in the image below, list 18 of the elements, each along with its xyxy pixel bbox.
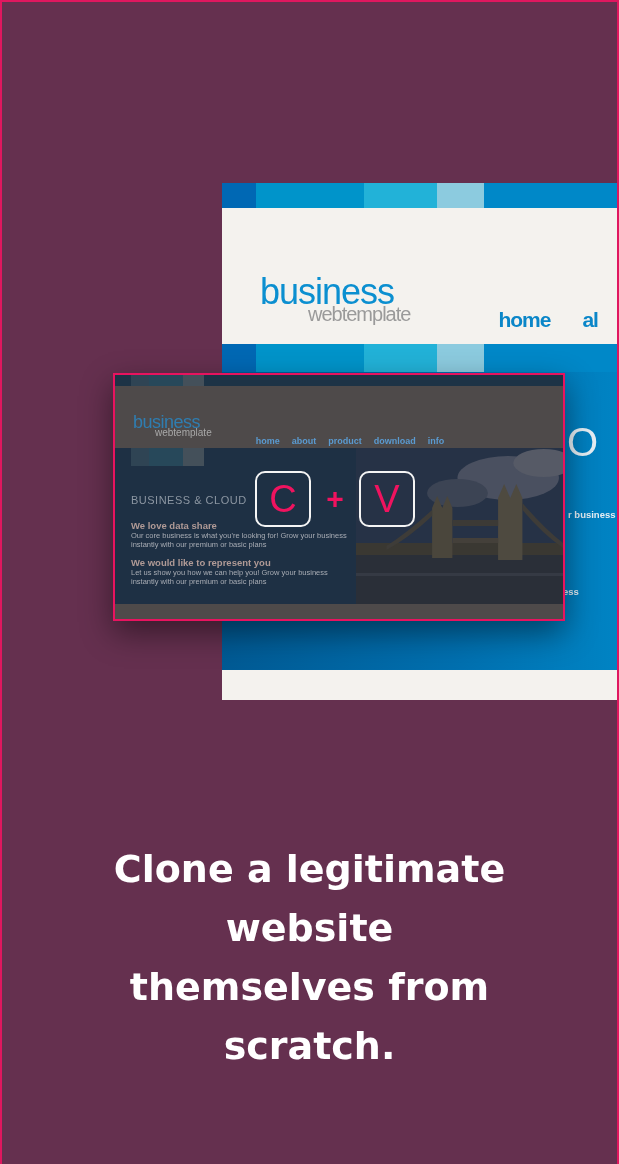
nav-link[interactable]: about: [291, 436, 317, 446]
section-title: We would like to represent you: [131, 557, 272, 568]
section-title: We love data share: [131, 520, 218, 531]
logo-tagline: webtemplate: [308, 304, 411, 324]
nav-link[interactable]: home: [255, 436, 280, 446]
heading-text: O: [567, 420, 599, 465]
caption-text: Clone a legitimate website themselves from scratch.: [112, 846, 507, 1070]
nav-link[interactable]: product: [328, 436, 362, 446]
heading-text: BUSINESS & CLOUD: [131, 494, 247, 506]
body-text: r business: [568, 509, 616, 520]
plus-sign: +: [325, 482, 345, 516]
keyboard-key: C: [255, 471, 311, 527]
nav-link[interactable]: info: [427, 436, 445, 446]
nav-link[interactable]: download: [373, 436, 416, 446]
nav-link[interactable]: al: [582, 308, 598, 332]
keyboard-key: V: [359, 471, 415, 527]
logo-tagline: webtemplate: [155, 428, 212, 438]
nav-link[interactable]: home: [498, 308, 551, 332]
